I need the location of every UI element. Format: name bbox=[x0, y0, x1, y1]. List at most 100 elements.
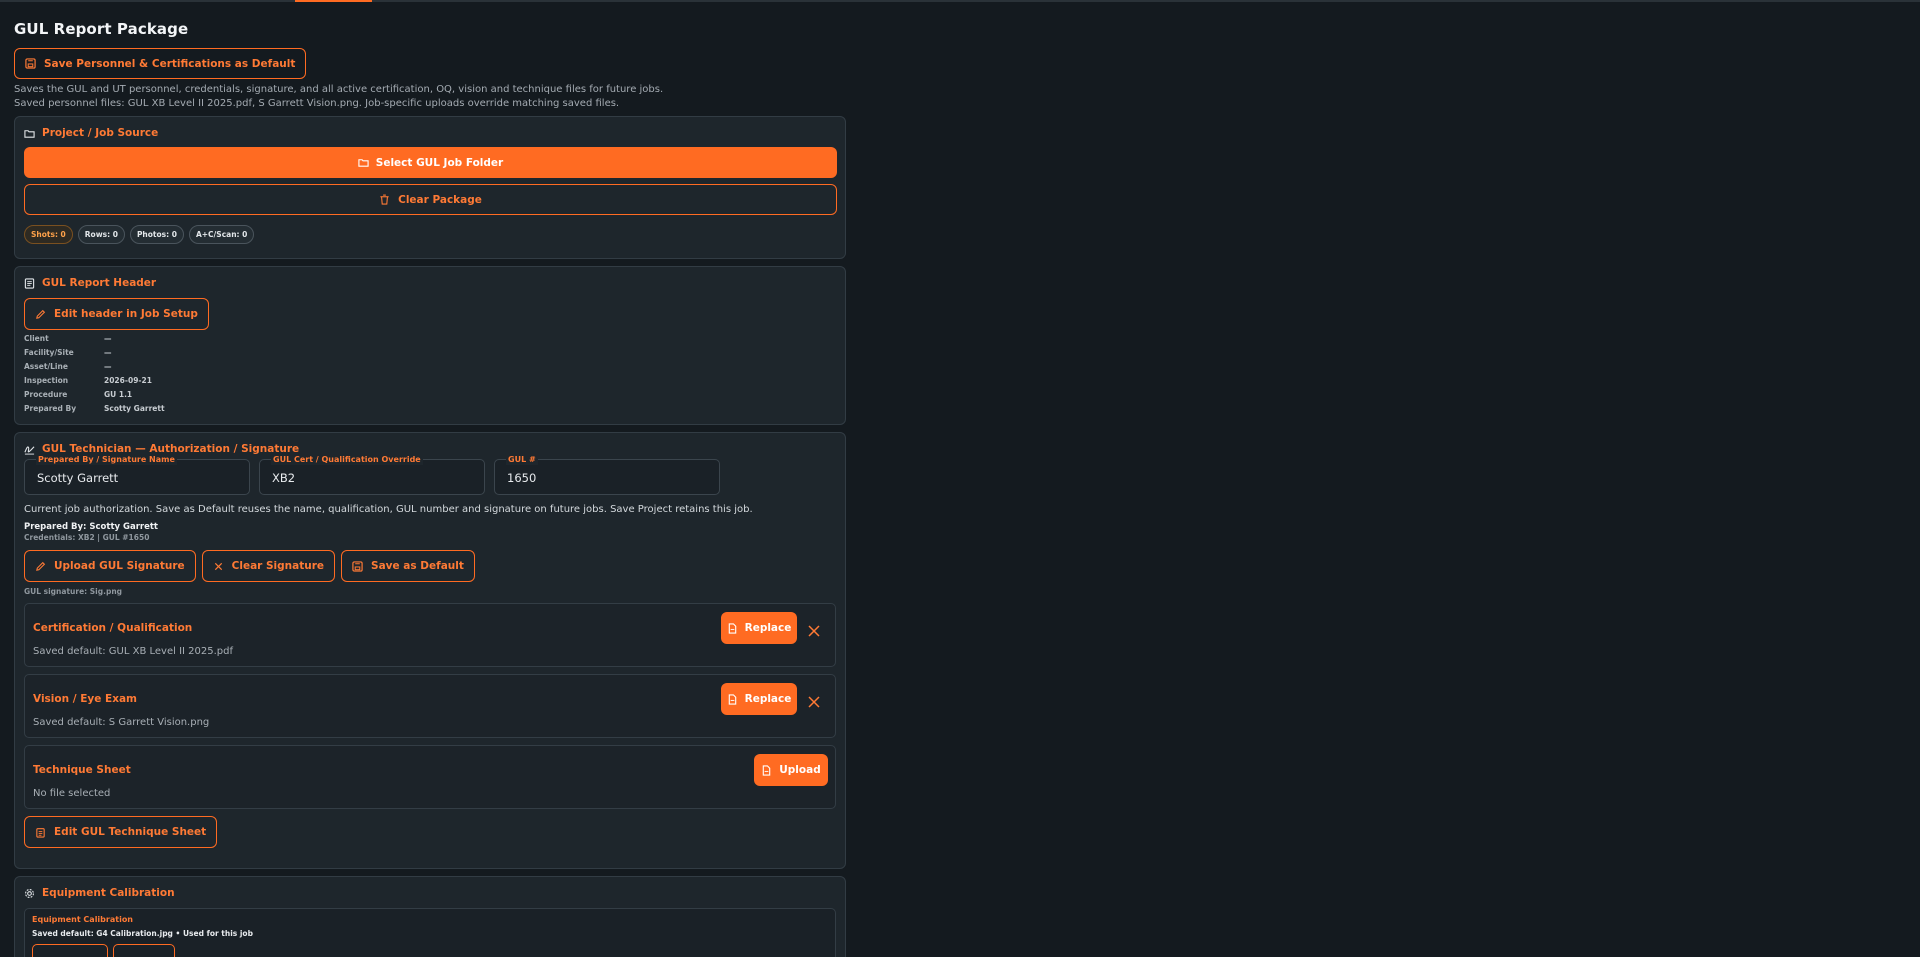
pencil-icon bbox=[35, 561, 46, 572]
vision-file-card: Vision / Eye Exam Saved default: S Garre… bbox=[24, 674, 836, 738]
procedure-key: Procedure bbox=[24, 390, 68, 399]
save-icon bbox=[352, 560, 363, 572]
technique-title: Technique Sheet bbox=[33, 764, 131, 776]
save-as-default-button[interactable]: Save as Default bbox=[341, 550, 475, 582]
pencil-icon bbox=[35, 309, 46, 320]
certification-title: Certification / Qualification bbox=[33, 622, 193, 634]
technician-card-title: GUL Technician — Authorization / Signatu… bbox=[42, 443, 300, 455]
top-divider bbox=[0, 0, 1920, 2]
inspection-key: Inspection bbox=[24, 376, 69, 385]
facility-key: Facility/Site bbox=[24, 348, 74, 357]
gul-number-label: GUL # bbox=[506, 455, 538, 465]
folder-icon bbox=[358, 157, 369, 168]
save-personnel-default-label: Save Personnel & Certifications as Defau… bbox=[44, 57, 296, 70]
vision-status: Saved default: S Garrett Vision.png bbox=[33, 717, 210, 728]
signature-icon bbox=[24, 444, 35, 455]
credentials-text: Credentials: XB2 | GUL #1650 bbox=[24, 533, 150, 542]
authorization-description: Current job authorization. Save as Defau… bbox=[24, 504, 753, 515]
gul-number-value: 1650 bbox=[507, 471, 537, 485]
folder-icon bbox=[24, 128, 35, 139]
vision-replace-label: Replace bbox=[744, 693, 792, 705]
package-counts: Shots: 0 Rows: 0 Photos: 0 A+C/Scan: 0 bbox=[24, 225, 836, 244]
save-as-default-label: Save as Default bbox=[371, 560, 464, 572]
signature-name-field[interactable]: Prepared By / Signature Name Scotty Garr… bbox=[24, 455, 250, 495]
page-title: GUL Report Package bbox=[14, 20, 189, 38]
cert-override-field[interactable]: GUL Cert / Qualification Override XB2 bbox=[259, 455, 485, 495]
report-header-card: GUL Report Header Edit header in Job Set… bbox=[14, 266, 846, 425]
equipment-action-button[interactable] bbox=[32, 944, 108, 957]
asset-key: Asset/Line bbox=[24, 362, 68, 371]
select-job-folder-button[interactable]: Select GUL Job Folder bbox=[24, 147, 837, 178]
equipment-card-title: Equipment Calibration bbox=[42, 887, 175, 899]
certification-remove-icon[interactable] bbox=[808, 622, 820, 637]
file-icon bbox=[727, 693, 738, 705]
save-icon bbox=[25, 58, 36, 69]
technique-status: No file selected bbox=[33, 788, 111, 799]
clear-package-button[interactable]: Clear Package bbox=[24, 184, 837, 215]
asset-value: — bbox=[104, 362, 112, 371]
trash-icon bbox=[379, 194, 390, 205]
certification-status: Saved default: GUL XB Level II 2025.pdf bbox=[33, 646, 234, 657]
certification-replace-button[interactable]: Replace bbox=[721, 612, 797, 644]
rows-count-chip: Rows: 0 bbox=[77, 225, 125, 244]
signature-name-label: Prepared By / Signature Name bbox=[36, 455, 177, 465]
edit-technique-sheet-label: Edit GUL Technique Sheet bbox=[54, 826, 207, 838]
header-card-title: GUL Report Header bbox=[42, 277, 157, 289]
procedure-value: GU 1.1 bbox=[104, 390, 133, 399]
file-icon bbox=[727, 622, 738, 634]
cert-override-value: XB2 bbox=[272, 471, 296, 485]
prepared-by-text: Prepared By: Scotty Garrett bbox=[24, 522, 158, 532]
technique-upload-label: Upload bbox=[779, 764, 821, 776]
clear-signature-button[interactable]: Clear Signature bbox=[201, 550, 336, 582]
technician-card: GUL Technician — Authorization / Signatu… bbox=[14, 432, 846, 869]
upload-signature-button[interactable]: Upload GUL Signature bbox=[24, 550, 196, 582]
save-personnel-default-button[interactable]: Save Personnel & Certifications as Defau… bbox=[14, 48, 307, 79]
project-source-card: Project / Job Source Select GUL Job Fold… bbox=[14, 116, 846, 259]
scan-count-chip: A+C/Scan: 0 bbox=[188, 225, 255, 244]
vision-replace-button[interactable]: Replace bbox=[721, 683, 797, 715]
cert-override-label: GUL Cert / Qualification Override bbox=[271, 455, 423, 465]
equipment-entry-status: Saved default: G4 Calibration.jpg • Used… bbox=[32, 929, 253, 938]
clear-package-label: Clear Package bbox=[398, 193, 482, 206]
vision-remove-icon[interactable] bbox=[808, 693, 820, 708]
signature-actions: Upload GUL Signature Clear Signature Sav… bbox=[24, 550, 836, 582]
technician-fields: Prepared By / Signature Name Scotty Garr… bbox=[24, 455, 836, 495]
active-tab-indicator bbox=[295, 0, 372, 2]
equipment-secondary-button[interactable] bbox=[113, 944, 175, 957]
save-default-note: Saves the GUL and UT personnel, credenti… bbox=[14, 84, 664, 95]
gul-number-field[interactable]: GUL # 1650 bbox=[494, 455, 720, 495]
project-card-title: Project / Job Source bbox=[42, 127, 159, 139]
equipment-calibration-entry: Equipment Calibration Saved default: G4 … bbox=[24, 908, 836, 957]
prepared-by-value: Scotty Garrett bbox=[104, 404, 165, 413]
technique-file-card: Technique Sheet No file selected Upload bbox=[24, 745, 836, 809]
file-icon bbox=[761, 764, 772, 776]
inspection-value: 2026-09-21 bbox=[104, 376, 152, 385]
header-details: Client — Facility/Site — Asset/Line — Inspe… bbox=[24, 334, 836, 413]
photos-count-chip: Photos: 0 bbox=[129, 225, 184, 244]
close-icon bbox=[213, 561, 224, 572]
signature-name-value: Scotty Garrett bbox=[37, 471, 119, 485]
prepared-by-key: Prepared By bbox=[24, 404, 77, 413]
saved-files-note: Saved personnel files: GUL XB Level II 2… bbox=[14, 98, 620, 109]
main-panel: GUL Report Package Save Personnel & Cert… bbox=[14, 20, 846, 957]
equipment-calibration-card: Equipment Calibration Equipment Calibrat… bbox=[14, 876, 846, 957]
shots-count-chip: Shots: 0 bbox=[24, 225, 73, 244]
technique-upload-button[interactable]: Upload bbox=[754, 754, 828, 786]
select-job-folder-label: Select GUL Job Folder bbox=[375, 156, 504, 169]
client-key: Client bbox=[24, 334, 49, 343]
clipboard-icon bbox=[35, 827, 46, 838]
clear-signature-label: Clear Signature bbox=[231, 560, 325, 572]
facility-value: — bbox=[104, 348, 112, 357]
document-icon bbox=[24, 277, 35, 289]
edit-technique-sheet-button[interactable]: Edit GUL Technique Sheet bbox=[24, 816, 218, 848]
vision-title: Vision / Eye Exam bbox=[33, 693, 137, 705]
signature-file-text: GUL signature: Sig.png bbox=[24, 587, 123, 596]
edit-header-label: Edit header in Job Setup bbox=[54, 308, 198, 320]
upload-signature-label: Upload GUL Signature bbox=[54, 560, 185, 572]
edit-header-button[interactable]: Edit header in Job Setup bbox=[24, 298, 209, 330]
client-value: — bbox=[104, 334, 112, 343]
equipment-entry-title: Equipment Calibration bbox=[32, 915, 134, 924]
certification-replace-label: Replace bbox=[744, 622, 792, 634]
gear-icon bbox=[24, 888, 35, 899]
certification-file-card: Certification / Qualification Saved defa… bbox=[24, 603, 836, 667]
